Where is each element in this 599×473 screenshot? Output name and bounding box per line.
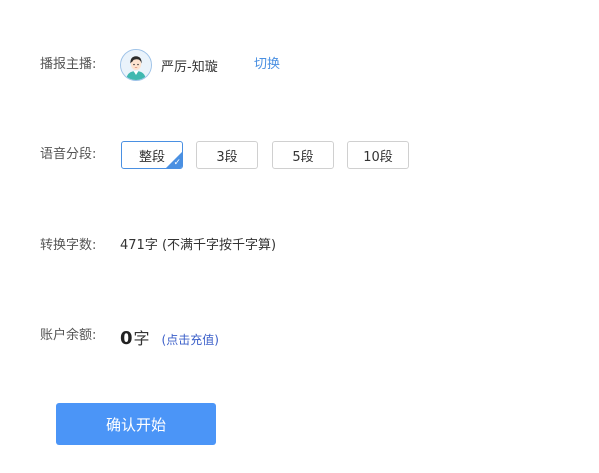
segment-option-label: 10段	[363, 149, 393, 165]
anchor-avatar	[120, 49, 152, 81]
switch-anchor-link[interactable]: 切换	[254, 55, 280, 75]
anchor-info: 严厉-知璇	[120, 47, 218, 83]
anchor-name: 严厉-知璇	[161, 59, 218, 75]
segment-option-label: 5段	[292, 149, 314, 165]
segment-option-5[interactable]: 5段	[272, 141, 334, 169]
balance-info: 0 字 (点击充值)	[120, 325, 219, 349]
balance-value: 0	[120, 328, 133, 349]
balance-unit: 字	[133, 329, 150, 348]
segment-option-3[interactable]: 3段	[196, 141, 258, 169]
confirm-start-button[interactable]: 确认开始	[56, 403, 216, 445]
avatar-icon	[121, 50, 151, 80]
segment-option-10[interactable]: 10段	[347, 141, 409, 169]
anchor-label: 播报主播:	[40, 57, 97, 72]
check-icon: ✓	[173, 158, 181, 168]
segment-option-label: 整段	[138, 149, 165, 165]
tts-conversion-panel: 播报主播: 严厉-知璇 切换 语音分段: 整段 ✓ 3段 5段 10段 转换字数…	[0, 0, 599, 473]
segment-option-label: 3段	[216, 149, 238, 165]
balance-label: 账户余额:	[40, 328, 97, 343]
count-label: 转换字数:	[40, 238, 97, 253]
segment-label: 语音分段:	[40, 147, 97, 162]
segment-option-whole[interactable]: 整段 ✓	[121, 141, 183, 169]
character-count: 471字 (不满千字按千字算)	[120, 238, 277, 253]
recharge-link[interactable]: (点击充值)	[162, 331, 219, 348]
